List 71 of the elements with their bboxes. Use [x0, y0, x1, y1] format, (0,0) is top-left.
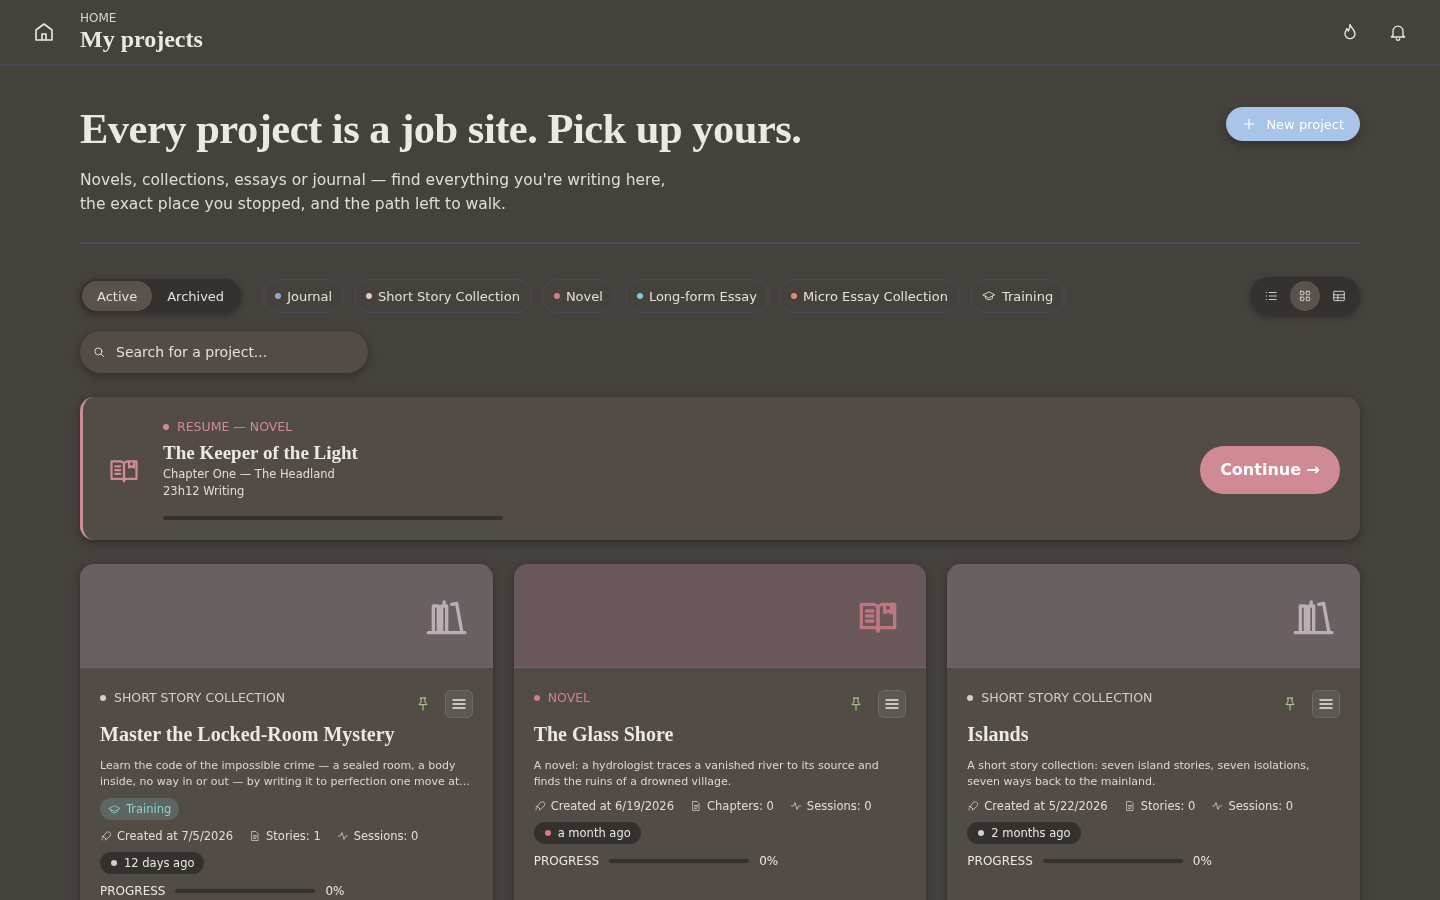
menu-button[interactable]	[1312, 690, 1340, 718]
progress-value: 0%	[1192, 854, 1212, 868]
table-icon	[1332, 289, 1346, 303]
updated-time: 12 days ago	[124, 856, 195, 870]
breadcrumb[interactable]: HOME	[80, 11, 1312, 25]
bullet-icon	[544, 830, 551, 836]
bullet-icon	[111, 860, 117, 866]
status-tab[interactable]: Active	[82, 281, 153, 311]
item-count: Stories: 1	[266, 829, 321, 843]
updated-time: a month ago	[557, 826, 631, 840]
hero-title: Every project is a job site. Pick up yours.	[80, 104, 802, 154]
session-count: Sessions: 0	[806, 799, 872, 813]
resume-label: RESUME — NOVEL	[177, 419, 293, 434]
session-count: Sessions: 0	[1228, 799, 1294, 813]
project-card[interactable]: SHORT STORY COLLECTION Islands A short story collection: seven island stories, seven isolations, seven ways back to the mainland. Created at 5/22/2026 Stories: 0 Sessions: 0 2 months ago PROGRESS 0%	[947, 564, 1360, 900]
activity-icon	[1211, 800, 1224, 812]
progress-value: 0%	[325, 884, 345, 898]
progress-value: 0%	[759, 854, 779, 868]
progress-label: PROGRESS	[967, 854, 1033, 868]
activity-icon	[336, 830, 349, 842]
rocket-icon	[100, 830, 112, 842]
pin-icon	[1282, 695, 1298, 713]
list-icon	[1264, 289, 1278, 303]
menu-button[interactable]	[444, 690, 473, 718]
graduation-cap-icon	[981, 289, 996, 303]
status-tab[interactable]: Archived	[152, 281, 240, 311]
created-date: Created at 6/19/2026	[550, 799, 674, 813]
item-count: Stories: 0	[1140, 799, 1196, 813]
resume-card[interactable]: RESUME — NOVEL The Keeper of the Light Chapter One — The Headland 23h12 Writing Continue →	[80, 397, 1360, 540]
view-button[interactable]	[1290, 281, 1320, 311]
plus-icon	[1242, 117, 1257, 131]
progress-label: PROGRESS	[100, 884, 166, 898]
project-title: Master the Locked-Room Mystery	[100, 723, 396, 746]
menu-icon	[885, 698, 900, 710]
project-description: Learn the code of the impossible crime — a sealed room, a body inside, no way in or out — by writing it to perfection one move at...	[100, 758, 471, 790]
page-title: My projects	[80, 25, 204, 53]
created-date: Created at 5/22/2026	[984, 799, 1108, 813]
document-icon	[1123, 800, 1136, 812]
rocket-icon	[533, 800, 546, 812]
project-title: Islands	[967, 723, 1030, 746]
menu-icon	[451, 698, 466, 710]
bullet-icon	[978, 830, 985, 836]
progress-label: PROGRESS	[533, 854, 600, 868]
item-count: Chapters: 0	[707, 799, 774, 813]
grid-icon	[1298, 289, 1312, 303]
menu-button[interactable]	[878, 690, 907, 718]
menu-icon	[1319, 698, 1333, 710]
project-card[interactable]: NOVEL The Glass Shore A novel: a hydrologist traces a vanished river to its source and finds the ruins of a drowned village. Created at 6/19/2026 Chapters: 0 Sessions: 0 a month ago PROGRESS 0%	[513, 564, 927, 900]
search-field[interactable]: Search for a project...	[80, 331, 368, 373]
project-type: SHORT STORY COLLECTION	[981, 690, 1153, 705]
created-date: Created at 7/5/2026	[117, 829, 234, 843]
hero-subtitle: Novels, collections, essays or journal — find everything you're writing here, the exact place you stopped, and the path left to walk.	[80, 170, 667, 215]
project-description: A short story collection: seven island stories, seven isolations, seven ways back to the mainland.	[967, 758, 1311, 790]
rocket-icon	[967, 800, 980, 812]
project-type: SHORT STORY COLLECTION	[114, 690, 286, 705]
document-icon	[690, 800, 702, 812]
bullet-icon	[163, 423, 169, 430]
project-card[interactable]	[80, 564, 493, 900]
graduation-cap-icon	[108, 802, 121, 816]
project-type: NOVEL	[547, 690, 591, 705]
project-title: The Glass Shore	[533, 723, 675, 746]
updated-time: 2 months ago	[991, 826, 1071, 840]
activity-icon	[789, 800, 802, 812]
writing-time: 23h12 Writing	[163, 484, 246, 498]
project-description: A novel: a hydrologist traces a vanished river to its source and finds the ruins of a drowned village.	[533, 758, 880, 790]
home-icon	[32, 20, 56, 44]
resume-title: The Keeper of the Light	[163, 442, 359, 464]
chapter-name: Chapter One — The Headland	[163, 467, 336, 481]
training-tag: Training	[100, 798, 180, 820]
document-icon	[249, 830, 262, 842]
session-count: Sessions: 0	[353, 829, 419, 843]
